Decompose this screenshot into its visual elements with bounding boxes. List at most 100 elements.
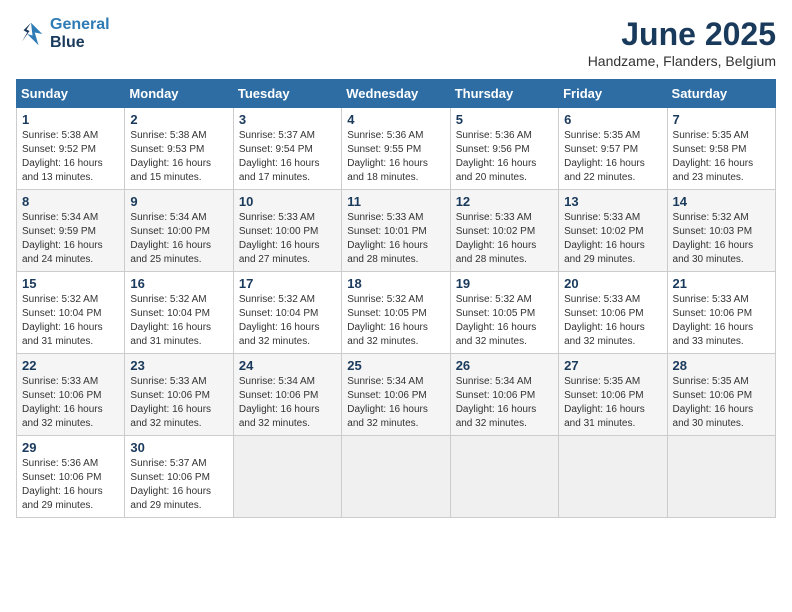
day-number: 24 — [239, 358, 336, 373]
calendar-cell: 27 Sunrise: 5:35 AM Sunset: 10:06 PM Day… — [559, 354, 667, 436]
calendar-cell: 8 Sunrise: 5:34 AM Sunset: 9:59 PM Dayli… — [17, 190, 125, 272]
day-detail: Sunrise: 5:33 AM Sunset: 10:06 PM Daylig… — [673, 293, 770, 349]
calendar-cell: 6 Sunrise: 5:35 AM Sunset: 9:57 PM Dayli… — [559, 108, 667, 190]
day-number: 22 — [22, 358, 119, 373]
calendar-cell — [559, 436, 667, 518]
calendar-cell: 4 Sunrise: 5:36 AM Sunset: 9:55 PM Dayli… — [342, 108, 450, 190]
day-number: 9 — [130, 194, 227, 209]
calendar-cell: 9 Sunrise: 5:34 AM Sunset: 10:00 PM Dayl… — [125, 190, 233, 272]
day-detail: Sunrise: 5:32 AM Sunset: 10:04 PM Daylig… — [130, 293, 227, 349]
day-number: 4 — [347, 112, 444, 127]
col-wednesday: Wednesday — [342, 80, 450, 108]
calendar-cell: 24 Sunrise: 5:34 AM Sunset: 10:06 PM Day… — [233, 354, 341, 436]
calendar-cell: 13 Sunrise: 5:33 AM Sunset: 10:02 PM Day… — [559, 190, 667, 272]
day-number: 16 — [130, 276, 227, 291]
day-number: 6 — [564, 112, 661, 127]
calendar-cell: 19 Sunrise: 5:32 AM Sunset: 10:05 PM Day… — [450, 272, 558, 354]
day-detail: Sunrise: 5:32 AM Sunset: 10:03 PM Daylig… — [673, 211, 770, 267]
day-number: 18 — [347, 276, 444, 291]
calendar-cell — [342, 436, 450, 518]
calendar-week-row: 29 Sunrise: 5:36 AM Sunset: 10:06 PM Day… — [17, 436, 776, 518]
calendar-cell: 1 Sunrise: 5:38 AM Sunset: 9:52 PM Dayli… — [17, 108, 125, 190]
day-detail: Sunrise: 5:36 AM Sunset: 9:55 PM Dayligh… — [347, 129, 444, 185]
day-detail: Sunrise: 5:35 AM Sunset: 9:58 PM Dayligh… — [673, 129, 770, 185]
day-detail: Sunrise: 5:32 AM Sunset: 10:05 PM Daylig… — [456, 293, 553, 349]
calendar-cell: 10 Sunrise: 5:33 AM Sunset: 10:00 PM Day… — [233, 190, 341, 272]
calendar-body: 1 Sunrise: 5:38 AM Sunset: 9:52 PM Dayli… — [17, 108, 776, 518]
day-detail: Sunrise: 5:33 AM Sunset: 10:00 PM Daylig… — [239, 211, 336, 267]
day-detail: Sunrise: 5:36 AM Sunset: 10:06 PM Daylig… — [22, 457, 119, 513]
day-number: 2 — [130, 112, 227, 127]
logo: General Blue — [16, 16, 110, 51]
day-detail: Sunrise: 5:32 AM Sunset: 10:05 PM Daylig… — [347, 293, 444, 349]
day-number: 29 — [22, 440, 119, 455]
day-number: 15 — [22, 276, 119, 291]
day-detail: Sunrise: 5:34 AM Sunset: 10:06 PM Daylig… — [239, 375, 336, 431]
day-number: 14 — [673, 194, 770, 209]
day-detail: Sunrise: 5:38 AM Sunset: 9:53 PM Dayligh… — [130, 129, 227, 185]
calendar-cell: 20 Sunrise: 5:33 AM Sunset: 10:06 PM Day… — [559, 272, 667, 354]
calendar-week-row: 1 Sunrise: 5:38 AM Sunset: 9:52 PM Dayli… — [17, 108, 776, 190]
calendar-cell: 29 Sunrise: 5:36 AM Sunset: 10:06 PM Day… — [17, 436, 125, 518]
calendar-week-row: 15 Sunrise: 5:32 AM Sunset: 10:04 PM Day… — [17, 272, 776, 354]
calendar-table: Sunday Monday Tuesday Wednesday Thursday… — [16, 79, 776, 518]
calendar-cell: 11 Sunrise: 5:33 AM Sunset: 10:01 PM Day… — [342, 190, 450, 272]
day-number: 3 — [239, 112, 336, 127]
day-detail: Sunrise: 5:34 AM Sunset: 10:06 PM Daylig… — [456, 375, 553, 431]
month-title: June 2025 — [588, 16, 776, 53]
col-thursday: Thursday — [450, 80, 558, 108]
day-number: 26 — [456, 358, 553, 373]
day-number: 5 — [456, 112, 553, 127]
day-detail: Sunrise: 5:38 AM Sunset: 9:52 PM Dayligh… — [22, 129, 119, 185]
day-number: 28 — [673, 358, 770, 373]
day-detail: Sunrise: 5:32 AM Sunset: 10:04 PM Daylig… — [22, 293, 119, 349]
day-number: 25 — [347, 358, 444, 373]
calendar-cell: 14 Sunrise: 5:32 AM Sunset: 10:03 PM Day… — [667, 190, 775, 272]
day-number: 1 — [22, 112, 119, 127]
day-detail: Sunrise: 5:32 AM Sunset: 10:04 PM Daylig… — [239, 293, 336, 349]
day-detail: Sunrise: 5:37 AM Sunset: 9:54 PM Dayligh… — [239, 129, 336, 185]
day-number: 20 — [564, 276, 661, 291]
day-detail: Sunrise: 5:34 AM Sunset: 10:00 PM Daylig… — [130, 211, 227, 267]
day-number: 21 — [673, 276, 770, 291]
calendar-cell: 2 Sunrise: 5:38 AM Sunset: 9:53 PM Dayli… — [125, 108, 233, 190]
day-number: 30 — [130, 440, 227, 455]
day-detail: Sunrise: 5:33 AM Sunset: 10:06 PM Daylig… — [22, 375, 119, 431]
calendar-cell — [450, 436, 558, 518]
day-detail: Sunrise: 5:33 AM Sunset: 10:01 PM Daylig… — [347, 211, 444, 267]
calendar-cell: 12 Sunrise: 5:33 AM Sunset: 10:02 PM Day… — [450, 190, 558, 272]
calendar-cell: 18 Sunrise: 5:32 AM Sunset: 10:05 PM Day… — [342, 272, 450, 354]
day-detail: Sunrise: 5:34 AM Sunset: 9:59 PM Dayligh… — [22, 211, 119, 267]
calendar-cell: 16 Sunrise: 5:32 AM Sunset: 10:04 PM Day… — [125, 272, 233, 354]
day-detail: Sunrise: 5:36 AM Sunset: 9:56 PM Dayligh… — [456, 129, 553, 185]
page-header: General Blue June 2025 Handzame, Flander… — [16, 16, 776, 69]
day-number: 23 — [130, 358, 227, 373]
logo-icon — [16, 19, 46, 49]
calendar-week-row: 22 Sunrise: 5:33 AM Sunset: 10:06 PM Day… — [17, 354, 776, 436]
calendar-cell: 5 Sunrise: 5:36 AM Sunset: 9:56 PM Dayli… — [450, 108, 558, 190]
col-tuesday: Tuesday — [233, 80, 341, 108]
day-detail: Sunrise: 5:35 AM Sunset: 10:06 PM Daylig… — [673, 375, 770, 431]
calendar-cell: 25 Sunrise: 5:34 AM Sunset: 10:06 PM Day… — [342, 354, 450, 436]
calendar-cell: 7 Sunrise: 5:35 AM Sunset: 9:58 PM Dayli… — [667, 108, 775, 190]
location-label: Handzame, Flanders, Belgium — [588, 53, 776, 69]
col-monday: Monday — [125, 80, 233, 108]
calendar-cell: 15 Sunrise: 5:32 AM Sunset: 10:04 PM Day… — [17, 272, 125, 354]
day-number: 17 — [239, 276, 336, 291]
calendar-cell: 26 Sunrise: 5:34 AM Sunset: 10:06 PM Day… — [450, 354, 558, 436]
calendar-cell: 23 Sunrise: 5:33 AM Sunset: 10:06 PM Day… — [125, 354, 233, 436]
day-detail: Sunrise: 5:35 AM Sunset: 9:57 PM Dayligh… — [564, 129, 661, 185]
day-number: 19 — [456, 276, 553, 291]
day-number: 27 — [564, 358, 661, 373]
calendar-cell: 30 Sunrise: 5:37 AM Sunset: 10:06 PM Day… — [125, 436, 233, 518]
calendar-header-row: Sunday Monday Tuesday Wednesday Thursday… — [17, 80, 776, 108]
calendar-cell: 22 Sunrise: 5:33 AM Sunset: 10:06 PM Day… — [17, 354, 125, 436]
calendar-week-row: 8 Sunrise: 5:34 AM Sunset: 9:59 PM Dayli… — [17, 190, 776, 272]
day-number: 10 — [239, 194, 336, 209]
day-detail: Sunrise: 5:33 AM Sunset: 10:02 PM Daylig… — [456, 211, 553, 267]
calendar-cell: 17 Sunrise: 5:32 AM Sunset: 10:04 PM Day… — [233, 272, 341, 354]
day-number: 7 — [673, 112, 770, 127]
calendar-cell — [233, 436, 341, 518]
day-number: 11 — [347, 194, 444, 209]
day-detail: Sunrise: 5:35 AM Sunset: 10:06 PM Daylig… — [564, 375, 661, 431]
